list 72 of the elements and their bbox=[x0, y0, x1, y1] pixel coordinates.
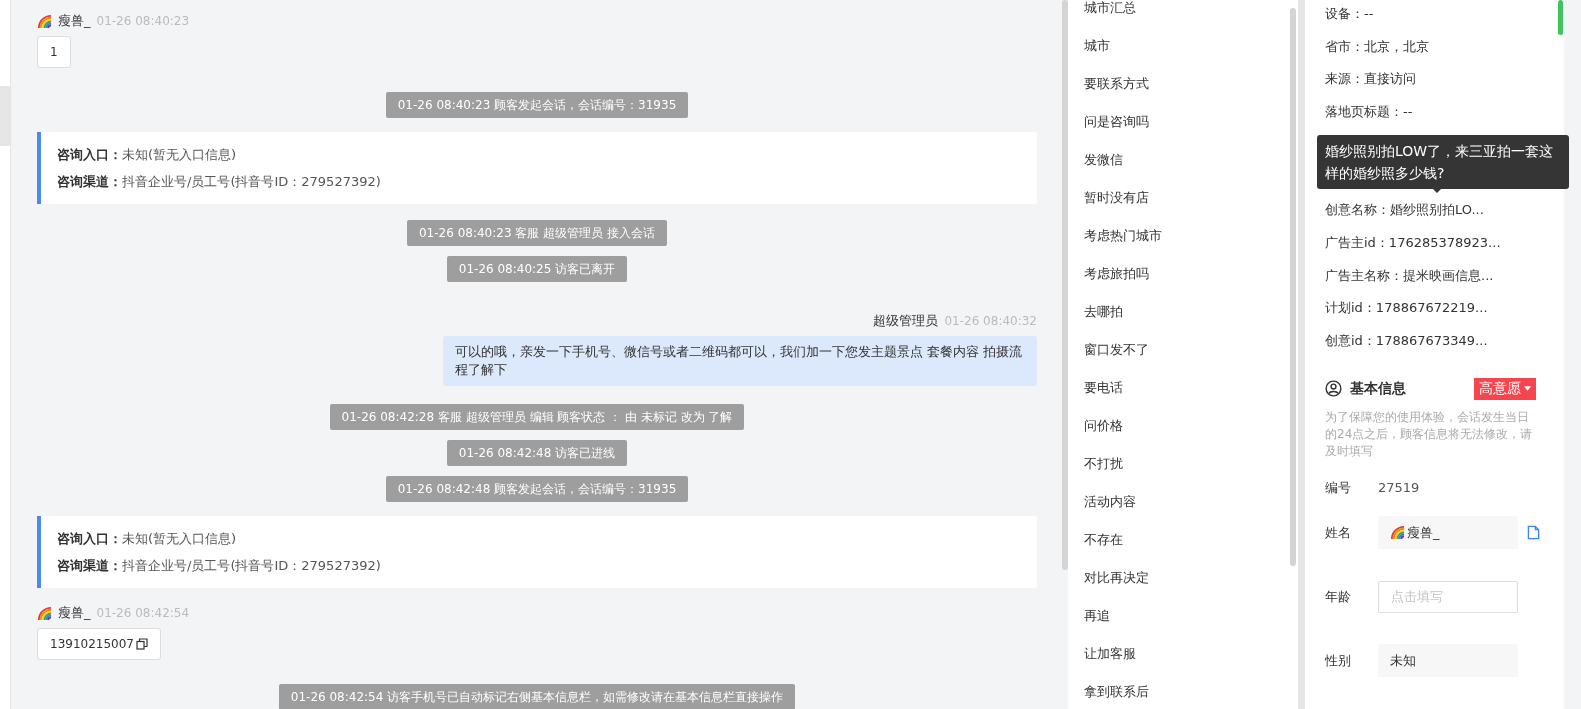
entry-value: 抖音企业号/员工号(抖音号ID：279527392) bbox=[122, 558, 381, 573]
quick-reply-item[interactable]: 不存在 bbox=[1084, 521, 1290, 559]
message-bubble: 可以的哦，亲发一下手机号、微信号或者二维码都可以，我们加一下您发主题景点 套餐内容 拍摄流程了解下 bbox=[443, 336, 1037, 386]
quick-reply-item[interactable]: 问是咨询吗 bbox=[1084, 103, 1290, 141]
quick-reply-item[interactable]: 活动内容 bbox=[1084, 483, 1290, 521]
message-time: 01-26 08:42:54 bbox=[96, 606, 190, 620]
scrollbar[interactable] bbox=[1558, 0, 1563, 35]
message-text: 1 bbox=[50, 45, 58, 59]
rainbow-icon bbox=[1390, 525, 1405, 541]
quick-reply-item[interactable]: 要联系方式 bbox=[1084, 65, 1290, 103]
detail-text: 创意id：178867673349... bbox=[1325, 331, 1489, 350]
section-title: 基本信息 bbox=[1350, 379, 1407, 398]
entry-label: 咨询入口： bbox=[57, 147, 122, 162]
intent-dropdown[interactable]: 高意愿 bbox=[1474, 377, 1536, 400]
quick-reply-item[interactable]: 暂时没有店 bbox=[1084, 179, 1290, 217]
field-value: 27519 bbox=[1378, 480, 1420, 496]
entry-value: 未知(暂无入口信息) bbox=[122, 147, 237, 162]
system-notice: 01-26 08:42:28 客服 超级管理员 编辑 顾客状态 ： 由 未标记 改为 了解 bbox=[329, 404, 745, 430]
entry-value: 未知(暂无入口信息) bbox=[122, 531, 237, 546]
scrollbar[interactable] bbox=[1062, 0, 1068, 570]
quick-reply-item[interactable]: 窗口发不了 bbox=[1084, 331, 1290, 369]
quick-reply-item[interactable]: 不打扰 bbox=[1084, 445, 1290, 483]
message-time: 01-26 08:40:32 bbox=[944, 314, 1037, 328]
detail-text: 创意名称：婚纱照别拍LO... bbox=[1325, 201, 1485, 220]
system-notice: 01-26 08:42:48 顾客发起会话，会话编号：31935 bbox=[385, 476, 689, 502]
agent-name: 超级管理员 bbox=[873, 312, 939, 330]
rainbow-icon bbox=[37, 605, 52, 621]
system-notice: 01-26 08:40:23 客服 超级管理员 接入会话 bbox=[407, 220, 667, 246]
system-notice: 01-26 08:42:48 访客已进线 bbox=[446, 440, 628, 466]
field-label: 性别 bbox=[1325, 651, 1352, 670]
detail-text: 省市：北京，北京 bbox=[1325, 37, 1430, 56]
system-notice: 01-26 08:40:25 访客已离开 bbox=[446, 256, 628, 282]
scrollbar[interactable] bbox=[1290, 8, 1296, 566]
visitor-name: 瘦兽_ bbox=[58, 604, 91, 622]
quick-reply-item[interactable]: 再追 bbox=[1084, 597, 1290, 635]
system-notice: 01-26 08:42:54 访客手机号已自动标记右侧基本信息栏，如需修改请在基本信息栏直接操作 bbox=[278, 684, 796, 709]
quick-reply-item[interactable]: 让加客服 bbox=[1084, 635, 1290, 673]
quick-reply-item[interactable]: 城市汇总 bbox=[1084, 0, 1290, 27]
system-notice: 01-26 08:40:23 顾客发起会话，会话编号：31935 bbox=[385, 92, 689, 118]
quick-reply-item[interactable]: 去哪拍 bbox=[1084, 293, 1290, 331]
rainbow-icon bbox=[37, 13, 52, 29]
detail-text: 广告主id：176285378923... bbox=[1325, 233, 1502, 252]
visitor-name: 瘦兽_ bbox=[58, 12, 91, 30]
quick-reply-item[interactable]: 要电话 bbox=[1084, 369, 1290, 407]
note-text: 为了保障您的使用体验，会话发生当日的24点之后，顾客信息将无法修改，请及时填写 bbox=[1325, 408, 1534, 460]
detail-text: 落地页标题：-- bbox=[1325, 103, 1414, 122]
detail-text: 计划id：178867672219... bbox=[1325, 299, 1489, 318]
quick-reply-item[interactable]: 发微信 bbox=[1084, 141, 1290, 179]
caret-icon bbox=[1524, 386, 1531, 392]
entry-label: 咨询渠道： bbox=[57, 558, 122, 573]
detail-text: 广告主名称：提米映画信息... bbox=[1325, 266, 1495, 285]
detail-text: 来源：直接访问 bbox=[1325, 70, 1417, 89]
input-field[interactable]: 未知 bbox=[1378, 644, 1518, 678]
input-field[interactable]: 瘦兽_ bbox=[1378, 516, 1518, 550]
quick-reply-item[interactable]: 拿到联系后 bbox=[1084, 673, 1290, 709]
quick-reply-item[interactable]: 考虑热门城市 bbox=[1084, 217, 1290, 255]
entry-label: 咨询入口： bbox=[57, 531, 122, 546]
quick-reply-item[interactable]: 对比再决定 bbox=[1084, 559, 1290, 597]
entry-value: 抖音企业号/员工号(抖音号ID：279527392) bbox=[122, 174, 381, 189]
copy-icon[interactable] bbox=[136, 638, 148, 650]
detail-text: 设备：-- bbox=[1325, 5, 1375, 23]
quick-reply-item[interactable]: 问价格 bbox=[1084, 407, 1290, 445]
field-label: 姓名 bbox=[1325, 523, 1352, 542]
quick-reply-item[interactable]: 城市 bbox=[1084, 27, 1290, 65]
user-icon bbox=[1325, 380, 1342, 398]
message-text: 13910215007 bbox=[50, 637, 134, 651]
entry-label: 咨询渠道： bbox=[57, 174, 122, 189]
message-time: 01-26 08:40:23 bbox=[96, 14, 190, 28]
field-label: 年龄 bbox=[1325, 587, 1352, 606]
side-tab[interactable] bbox=[0, 86, 10, 146]
field-label: 编号 bbox=[1325, 478, 1352, 497]
quick-reply-item[interactable]: 考虑旅拍吗 bbox=[1084, 255, 1290, 293]
